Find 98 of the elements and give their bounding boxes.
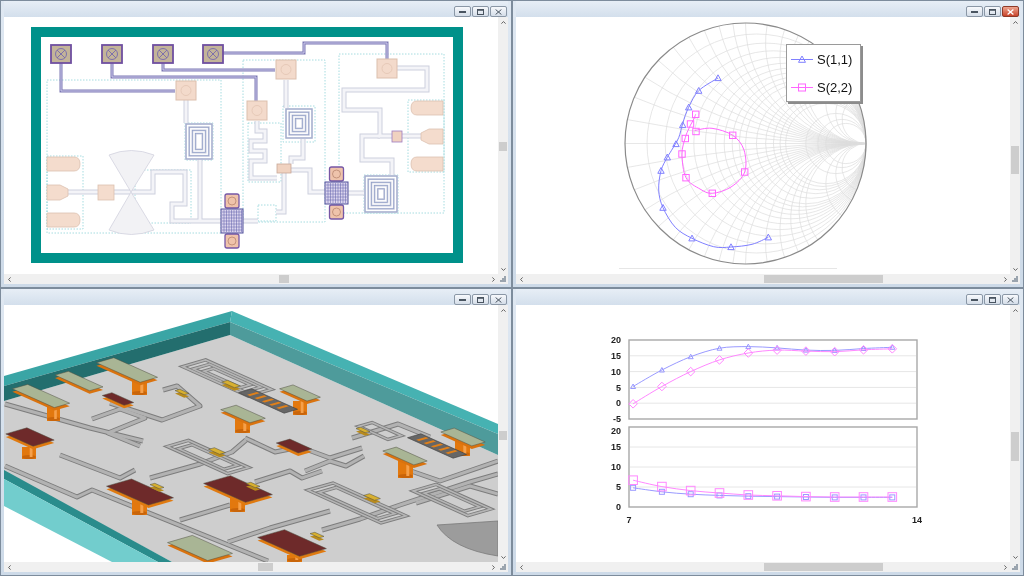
maximize-icon <box>989 296 996 303</box>
vertical-scrollbar[interactable] <box>498 305 508 562</box>
maximize-button[interactable] <box>984 294 1001 305</box>
close-icon <box>1007 8 1014 15</box>
scroll-right-icon[interactable] <box>491 276 495 282</box>
horizontal-scrollbar[interactable] <box>516 274 1010 284</box>
scrollbar-thumb[interactable] <box>279 275 289 283</box>
data-point <box>682 174 690 182</box>
axis-tick-label: 15 <box>611 442 621 453</box>
axis-tick-label: -5 <box>613 414 621 424</box>
minimize-button[interactable] <box>966 6 983 17</box>
scroll-up-icon[interactable] <box>500 20 506 24</box>
scroll-up-icon[interactable] <box>1012 20 1018 24</box>
data-point <box>658 367 665 373</box>
minimize-button[interactable] <box>454 294 471 305</box>
scrollbar-thumb[interactable] <box>499 431 507 440</box>
data-point <box>772 345 782 355</box>
data-point <box>685 366 696 377</box>
data-point <box>678 150 686 158</box>
scroll-up-icon[interactable] <box>500 308 506 312</box>
data-point <box>659 204 667 211</box>
maximize-icon <box>477 296 484 303</box>
legend-label: S(2,2) <box>817 79 853 95</box>
scroll-left-icon[interactable] <box>519 564 523 570</box>
minimize-icon <box>459 10 466 13</box>
axis-tick-label: 10 <box>611 366 621 377</box>
maximize-icon <box>989 8 996 15</box>
data-point <box>716 345 723 351</box>
data-point <box>714 355 725 365</box>
scroll-left-icon[interactable] <box>7 564 11 570</box>
close-button[interactable] <box>1002 6 1019 17</box>
scroll-left-icon[interactable] <box>519 276 523 282</box>
data-point <box>695 87 703 94</box>
data-point <box>764 233 772 241</box>
data-point <box>657 381 667 392</box>
resize-grip-icon[interactable] <box>1012 276 1018 282</box>
horizontal-scrollbar[interactable] <box>4 274 498 284</box>
scrollbar-thumb[interactable] <box>1011 432 1019 461</box>
resize-grip-icon[interactable] <box>1012 564 1018 570</box>
data-point <box>727 243 735 251</box>
vertical-scrollbar[interactable] <box>1010 17 1020 274</box>
minimize-icon <box>971 298 978 301</box>
data-point <box>630 383 637 389</box>
axis-tick-label: 14 <box>912 515 922 525</box>
vertical-scrollbar[interactable] <box>1010 305 1020 562</box>
scrollbar-thumb[interactable] <box>764 563 883 571</box>
axis-tick-label: 0 <box>616 502 621 513</box>
resize-grip-icon[interactable] <box>500 276 506 282</box>
axis-tick-label: 15 <box>611 351 621 361</box>
data-point <box>714 74 722 82</box>
minimize-button[interactable] <box>454 6 471 17</box>
scroll-right-icon[interactable] <box>491 564 495 570</box>
axis-tick-label: 10 <box>611 462 621 473</box>
scrollbar-thumb[interactable] <box>258 563 273 571</box>
horizontal-scrollbar[interactable] <box>4 562 498 572</box>
close-button[interactable] <box>1002 294 1019 305</box>
axis-tick-label: 5 <box>616 482 621 493</box>
scroll-down-icon[interactable] <box>1012 267 1018 271</box>
maximize-button[interactable] <box>984 6 1001 17</box>
maximize-button[interactable] <box>472 294 489 305</box>
data-point <box>663 153 671 161</box>
resize-grip-icon[interactable] <box>500 564 506 570</box>
axis-tick-label: 0 <box>616 398 621 409</box>
scroll-right-icon[interactable] <box>1003 276 1007 282</box>
minimize-icon <box>459 298 466 301</box>
close-icon <box>495 296 502 303</box>
axis-tick-label: 20 <box>611 426 621 436</box>
data-point <box>687 353 694 360</box>
scroll-up-icon[interactable] <box>1012 308 1018 312</box>
minimize-button[interactable] <box>966 294 983 305</box>
data-point <box>657 167 665 174</box>
axis-tick-label: 7 <box>626 515 632 525</box>
scrollbar-thumb[interactable] <box>764 275 883 283</box>
axis-tick-label: 5 <box>616 382 621 393</box>
scrollbar-thumb[interactable] <box>499 142 507 151</box>
data-point <box>628 399 638 409</box>
data-point <box>741 168 749 176</box>
scroll-right-icon[interactable] <box>1003 564 1007 570</box>
vertical-scrollbar[interactable] <box>498 17 508 274</box>
data-point <box>729 131 737 139</box>
close-button[interactable] <box>490 6 507 17</box>
scroll-down-icon[interactable] <box>1012 555 1018 559</box>
scroll-down-icon[interactable] <box>500 555 506 559</box>
legend-label: S(1,1) <box>817 51 853 67</box>
horizontal-scrollbar[interactable] <box>516 562 1010 572</box>
data-point <box>708 189 716 197</box>
data-point <box>628 475 638 485</box>
scrollbar-thumb[interactable] <box>1011 146 1019 174</box>
axis-tick-label: 20 <box>611 335 621 346</box>
maximize-button[interactable] <box>472 6 489 17</box>
close-icon <box>495 8 502 15</box>
minimize-icon <box>971 10 978 13</box>
maximize-icon <box>477 8 484 15</box>
close-button[interactable] <box>490 294 507 305</box>
close-icon <box>1007 296 1014 303</box>
scroll-down-icon[interactable] <box>500 267 506 271</box>
data-point <box>688 234 696 242</box>
scroll-left-icon[interactable] <box>7 276 11 282</box>
